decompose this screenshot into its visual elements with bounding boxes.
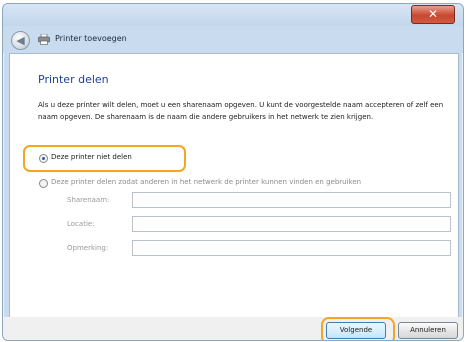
page-description: Als u deze printer wilt delen, moet u ee…: [38, 101, 444, 121]
radio-share[interactable]: [39, 179, 48, 188]
title-bar: ✕: [3, 4, 463, 26]
radio-do-not-share[interactable]: [39, 154, 48, 163]
back-arrow-icon: ◀: [16, 34, 25, 47]
add-printer-dialog: ✕ ◀ Printer toevoegen Printer delen Als …: [2, 3, 464, 341]
close-icon: ✕: [427, 7, 439, 21]
location-input[interactable]: [132, 216, 451, 232]
wizard-content: Printer delen Als u deze printer wilt de…: [9, 53, 459, 319]
radio-label-share: Deze printer delen zodat anderen in het …: [51, 178, 362, 186]
radio-label-do-not-share: Deze printer niet delen: [51, 153, 132, 161]
wizard-title: Printer toevoegen: [55, 34, 127, 43]
page-title: Printer delen: [38, 73, 109, 86]
location-label: Locatie:: [67, 220, 95, 228]
comment-input[interactable]: [132, 240, 451, 256]
wizard-header: ◀ Printer toevoegen: [3, 26, 463, 53]
back-button[interactable]: ◀: [11, 31, 30, 50]
share-name-input[interactable]: [132, 192, 451, 208]
next-button[interactable]: Volgende: [326, 322, 386, 339]
share-name-label: Sharenaam:: [67, 196, 110, 204]
comment-label: Opmerking:: [67, 244, 109, 252]
close-button[interactable]: ✕: [411, 5, 455, 24]
cancel-button[interactable]: Annuleren: [398, 322, 458, 339]
printer-icon: [38, 34, 50, 45]
